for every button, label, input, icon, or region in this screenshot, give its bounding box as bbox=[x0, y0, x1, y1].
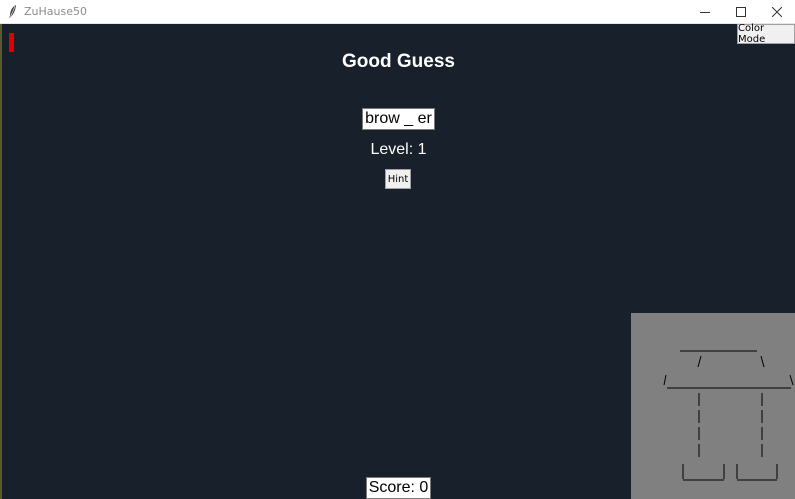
window-title: ZuHause50 bbox=[24, 5, 87, 18]
game-canvas: Color Mode Good Guess brow _ er Level: 1… bbox=[0, 23, 795, 499]
red-indicator bbox=[9, 33, 14, 52]
color-mode-button[interactable]: Color Mode bbox=[737, 23, 795, 45]
title-bar: ZuHause50 bbox=[0, 0, 795, 24]
status-message: Good Guess bbox=[342, 51, 455, 72]
gallows-right-slash bbox=[789, 374, 794, 386]
minimize-icon bbox=[700, 7, 710, 17]
app-window: ZuHause50 Color Mode Good Guess brow _ e… bbox=[0, 0, 795, 499]
minimize-button[interactable] bbox=[687, 0, 723, 23]
maximize-button[interactable] bbox=[723, 0, 759, 23]
gallows-drawing bbox=[663, 350, 794, 481]
masked-word-display: brow _ er bbox=[362, 108, 435, 130]
left-edge-strip bbox=[0, 24, 2, 499]
score-display: Score: 0 bbox=[366, 477, 431, 499]
hint-button[interactable]: Hint bbox=[385, 169, 411, 189]
close-icon bbox=[772, 6, 782, 17]
level-label: Level: 1 bbox=[370, 141, 427, 158]
close-button[interactable] bbox=[759, 0, 795, 23]
maximize-icon bbox=[736, 6, 746, 17]
gallows-left-slope bbox=[697, 355, 702, 368]
gallows-right-slope bbox=[760, 355, 765, 368]
feather-icon bbox=[9, 5, 17, 18]
hangman-drawing-panel bbox=[631, 313, 795, 499]
gallows-left-slash bbox=[663, 374, 667, 386]
gallows-structure bbox=[663, 350, 794, 481]
